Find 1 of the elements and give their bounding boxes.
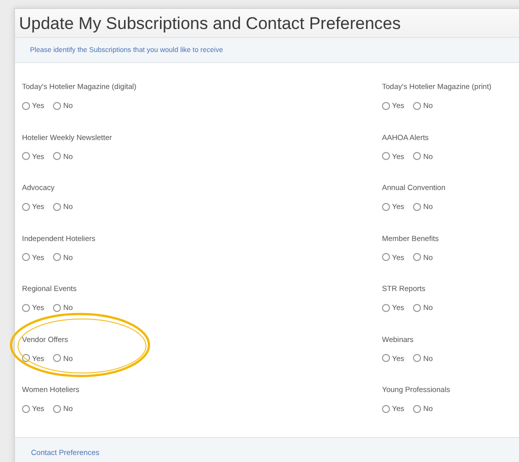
page-title: Update My Subscriptions and Contact Preferences xyxy=(15,9,519,37)
